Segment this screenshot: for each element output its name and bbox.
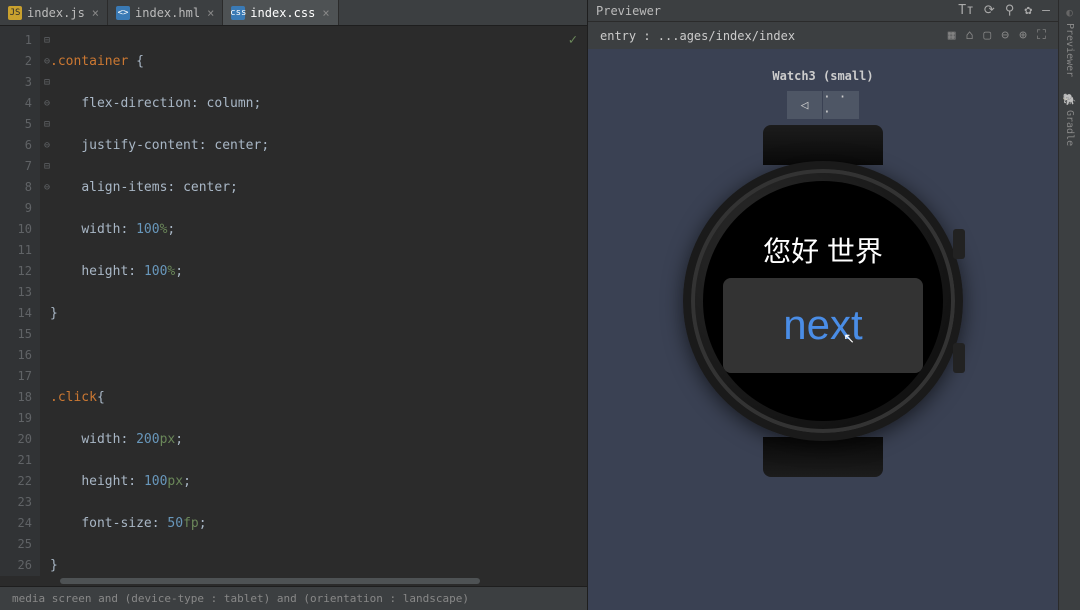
watch-screen[interactable]: 您好 世界 next ↖ [703, 181, 943, 421]
previewer-path-bar: entry : ...ages/index/index ▦ ⌂ ▢ ⊖ ⊕ ⛶ [588, 22, 1058, 49]
tab-label: index.css [250, 6, 315, 20]
eye-icon: ◐ [1066, 6, 1073, 19]
zoom-out-icon[interactable]: ⊖ [1001, 28, 1009, 43]
close-icon[interactable]: × [92, 6, 99, 20]
sidebar-previewer[interactable]: ◐ Previewer [1064, 6, 1075, 77]
back-button[interactable]: ◁ [787, 91, 823, 119]
horizontal-scrollbar[interactable] [50, 576, 587, 586]
tab-index-hml[interactable]: <> index.hml × [108, 0, 223, 25]
settings-icon[interactable]: ✿ [1024, 3, 1032, 18]
refresh-icon[interactable]: ⟳ [984, 3, 995, 18]
previewer-title: Previewer [596, 4, 661, 18]
minimize-icon[interactable]: — [1042, 3, 1050, 18]
preview-canvas: Watch3 (small) ◁ · · · 您好 世界 next ↖ [588, 49, 1058, 610]
tab-label: index.js [27, 6, 85, 20]
fullscreen-icon[interactable]: ⛶ [1037, 28, 1046, 43]
tab-index-css[interactable]: css index.css × [223, 0, 338, 25]
grid-icon[interactable]: ▦ [948, 28, 956, 43]
device-controls: ◁ · · · [787, 91, 859, 119]
tab-index-js[interactable]: JS index.js × [0, 0, 108, 25]
app-title-text: 您好 世界 [763, 230, 883, 270]
tab-bar: JS index.js × <> index.hml × css index.c… [0, 0, 587, 26]
device-label: Watch3 (small) [772, 69, 873, 83]
watch-case: 您好 世界 next ↖ [683, 161, 963, 441]
next-button[interactable]: next ↖ [723, 278, 923, 373]
watch-band-top [763, 125, 883, 165]
cursor-icon: ↖ [843, 330, 855, 347]
breadcrumb[interactable]: media screen and (device-type : tablet) … [0, 586, 587, 610]
code-content[interactable]: .container { flex-direction: column; jus… [40, 26, 587, 576]
entry-path: entry : ...ages/index/index [600, 29, 795, 43]
editor-pane: JS index.js × <> index.hml × css index.c… [0, 0, 588, 610]
crop-icon[interactable]: ▢ [983, 28, 991, 43]
watch-crown-bottom [953, 343, 965, 373]
watch-crown-top [953, 229, 965, 259]
home-icon[interactable]: ⌂ [966, 28, 974, 43]
watch-band-bottom [763, 437, 883, 477]
watch-device: 您好 世界 next ↖ [678, 131, 968, 471]
css-file-icon: css [231, 6, 245, 20]
pin-icon[interactable]: ⚲ [1005, 3, 1015, 18]
hml-file-icon: <> [116, 6, 130, 20]
previewer-pane: Previewer Tт ⟳ ⚲ ✿ — entry : ...ages/ind… [588, 0, 1058, 610]
zoom-in-icon[interactable]: ⊕ [1019, 28, 1027, 43]
close-icon[interactable]: × [207, 6, 214, 20]
gradle-icon: 🐘 [1063, 93, 1077, 106]
tab-label: index.hml [135, 6, 200, 20]
js-file-icon: JS [8, 6, 22, 20]
more-button[interactable]: · · · [823, 91, 859, 119]
right-toolbar: ◐ Previewer 🐘 Gradle [1058, 0, 1080, 610]
code-editor[interactable]: ✓ 123 456 789 101112 131415 161718 19202… [0, 26, 587, 576]
line-gutter: 123 456 789 101112 131415 161718 192021 … [0, 26, 40, 576]
close-icon[interactable]: × [322, 6, 329, 20]
font-size-icon[interactable]: Tт [958, 3, 974, 18]
previewer-header: Previewer Tт ⟳ ⚲ ✿ — [588, 0, 1058, 22]
sidebar-gradle[interactable]: 🐘 Gradle [1063, 93, 1077, 146]
